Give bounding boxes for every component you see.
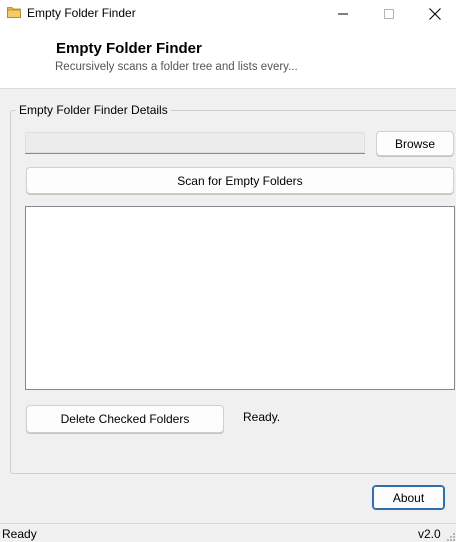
maximize-button[interactable] xyxy=(366,0,412,27)
close-button[interactable] xyxy=(412,0,456,27)
delete-checked-button[interactable]: Delete Checked Folders xyxy=(26,405,224,433)
page-subtitle: Recursively scans a folder tree and list… xyxy=(55,61,298,73)
folder-icon xyxy=(7,7,21,18)
version-label: v2.0 xyxy=(418,527,441,541)
browse-button[interactable]: Browse xyxy=(376,131,454,156)
about-button[interactable]: About xyxy=(372,485,445,510)
groupbox-label: Empty Folder Finder Details xyxy=(16,103,171,117)
scan-button[interactable]: Scan for Empty Folders xyxy=(26,167,454,194)
status-text: Ready xyxy=(2,527,37,541)
status-bar: Ready v2.0 xyxy=(0,523,456,542)
window-title: Empty Folder Finder xyxy=(27,6,136,20)
close-icon xyxy=(429,7,441,20)
maximize-icon xyxy=(384,8,394,19)
page-title: Empty Folder Finder xyxy=(56,40,202,57)
scan-status-text: Ready. xyxy=(243,410,281,424)
folder-path-input[interactable] xyxy=(25,132,365,154)
minimize-icon xyxy=(338,13,348,14)
resize-grip-icon[interactable] xyxy=(446,532,456,542)
results-list[interactable] xyxy=(25,206,455,390)
app-window: Empty Folder Finder Empty Folder Finder … xyxy=(0,0,456,542)
header-banner: Empty Folder Finder Recursively scans a … xyxy=(0,27,456,89)
minimize-button[interactable] xyxy=(320,0,366,27)
title-bar[interactable]: Empty Folder Finder xyxy=(0,0,456,27)
